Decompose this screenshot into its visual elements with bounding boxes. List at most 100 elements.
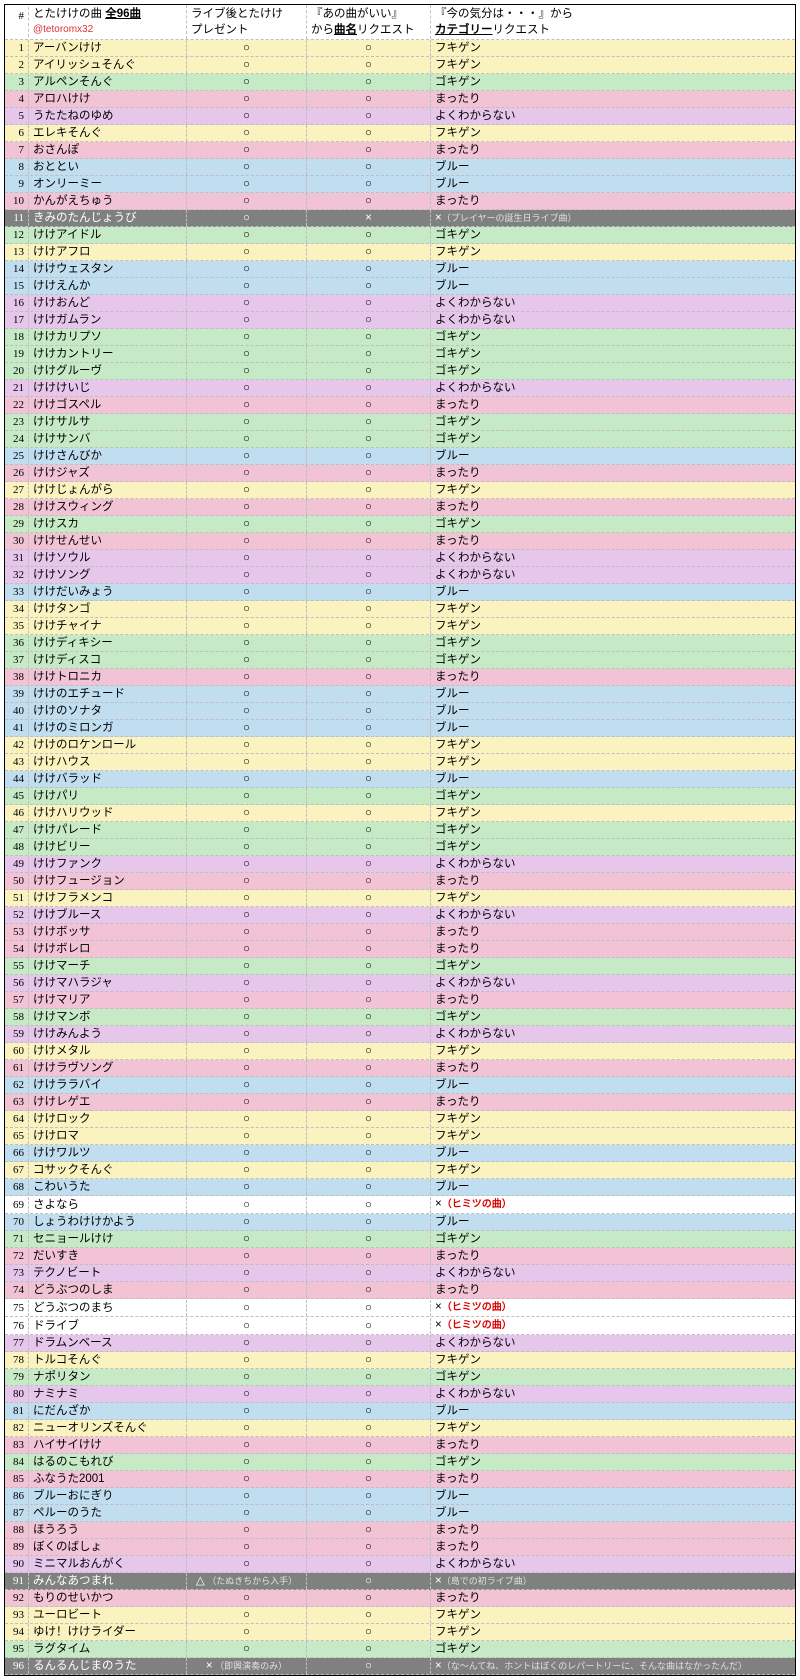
table-row: 88ほうろう○○まったり [5, 1522, 795, 1539]
present-mark: ○ [187, 516, 307, 532]
song-name: けけロマ [29, 1128, 187, 1144]
row-number: 13 [5, 244, 29, 260]
table-row: 39けけのエチュード○○ブルー [5, 686, 795, 703]
present-mark: ○ [187, 703, 307, 719]
table-row: 23けけサルサ○○ゴキゲン [5, 414, 795, 431]
song-name: アーバンけけ [29, 40, 187, 56]
present-mark: ○ [187, 1352, 307, 1368]
present-mark: ○ [187, 295, 307, 311]
song-name: ふなうた2001 [29, 1471, 187, 1487]
row-number: 85 [5, 1471, 29, 1487]
present-mark: ○ [187, 669, 307, 685]
row-number: 16 [5, 295, 29, 311]
row-number: 25 [5, 448, 29, 464]
table-row: 72だいすき○○まったり [5, 1248, 795, 1265]
present-mark: ○ [187, 1060, 307, 1076]
song-request-mark: ○ [307, 1658, 431, 1674]
row-number: 57 [5, 992, 29, 1008]
present-mark: ○ [187, 1471, 307, 1487]
category-cell: フキゲン [431, 754, 795, 770]
song-request-mark: ○ [307, 873, 431, 889]
table-row: 45けけパリ○○ゴキゲン [5, 788, 795, 805]
secret-note: （ヒミツの曲） [442, 1320, 512, 1331]
category-note: （な～んてね、ホントはぼくのレパートリーに、そんな曲はなかったんだ） [442, 1661, 747, 1671]
song-name: けけサンバ [29, 431, 187, 447]
song-name: だいすき [29, 1248, 187, 1264]
song-name: けけマハラジャ [29, 975, 187, 991]
song-request-mark: ○ [307, 1248, 431, 1264]
category-cell: まったり [431, 1539, 795, 1555]
song-name: きみのたんじょうび [29, 210, 187, 226]
table-row: 40けけのソナタ○○ブルー [5, 703, 795, 720]
row-number: 29 [5, 516, 29, 532]
song-name: にだんざか [29, 1403, 187, 1419]
song-request-mark: ○ [307, 992, 431, 1008]
category-cell: よくわからない [431, 108, 795, 124]
category-cell: まったり [431, 499, 795, 515]
present-mark: ○ [187, 737, 307, 753]
song-name: かんがえちゅう [29, 193, 187, 209]
col3-l2-post: リクエスト [357, 24, 415, 36]
table-row: 71セニョールけけ○○ゴキゲン [5, 1231, 795, 1248]
row-number: 37 [5, 652, 29, 668]
row-number: 66 [5, 1145, 29, 1161]
present-mark: ○ [187, 40, 307, 56]
present-mark: ○ [187, 448, 307, 464]
col3-l2-pre: から [311, 24, 334, 36]
song-request-mark: ○ [307, 1437, 431, 1453]
song-name: けけスカ [29, 516, 187, 532]
category-cell: ×（ヒミツの曲） [431, 1317, 795, 1334]
song-request-mark: ○ [307, 499, 431, 515]
category-cell: ゴキゲン [431, 363, 795, 379]
present-mark: ○ [187, 1077, 307, 1093]
song-name: ゆけ！けけライダー [29, 1624, 187, 1640]
present-mark: ○ [187, 1282, 307, 1298]
song-name: どうぶつのまち [29, 1300, 187, 1316]
category-cell: ゴキゲン [431, 958, 795, 974]
song-request-mark: ○ [307, 1556, 431, 1572]
present-mark: ○ [187, 312, 307, 328]
song-request-mark: ○ [307, 159, 431, 175]
song-name: けけマーチ [29, 958, 187, 974]
category-cell: ブルー [431, 1403, 795, 1419]
row-number: 32 [5, 567, 29, 583]
table-row: 37けけディスコ○○ゴキゲン [5, 652, 795, 669]
song-name: けけディキシー [29, 635, 187, 651]
table-row: 67コサックそんぐ○○フキゲン [5, 1162, 795, 1179]
col-num-header: # [5, 7, 29, 37]
present-mark: ○ [187, 652, 307, 668]
song-request-mark: ○ [307, 142, 431, 158]
row-number: 79 [5, 1369, 29, 1385]
song-request-mark: ○ [307, 1043, 431, 1059]
song-name: ニューオリンズそんぐ [29, 1420, 187, 1436]
row-number: 44 [5, 771, 29, 787]
category-cell: まったり [431, 1590, 795, 1606]
category-cell: ブルー [431, 771, 795, 787]
song-name: けけカントリー [29, 346, 187, 362]
table-row: 81にだんざか○○ブルー [5, 1403, 795, 1420]
row-number: 74 [5, 1282, 29, 1298]
row-number: 51 [5, 890, 29, 906]
row-number: 89 [5, 1539, 29, 1555]
song-name: おさんぽ [29, 142, 187, 158]
table-row: 29けけスカ○○ゴキゲン [5, 516, 795, 533]
table-row: 13けけアフロ○○フキゲン [5, 244, 795, 261]
category-cell: ゴキゲン [431, 1231, 795, 1247]
col-category-header: 『今の気分は・・・』から カテゴリーリクエスト [431, 5, 795, 39]
song-name: けけメタル [29, 1043, 187, 1059]
table-row: 57けけマリア○○まったり [5, 992, 795, 1009]
row-number: 61 [5, 1060, 29, 1076]
song-request-mark: ○ [307, 1026, 431, 1042]
song-name: けけソング [29, 567, 187, 583]
present-mark: ○ [187, 1624, 307, 1640]
table-row: 83ハイサイけけ○○まったり [5, 1437, 795, 1454]
table-row: 25けけさんびか○○ブルー [5, 448, 795, 465]
present-mark: ○ [187, 176, 307, 192]
category-cell: まったり [431, 1522, 795, 1538]
row-number: 58 [5, 1009, 29, 1025]
song-name: おととい [29, 159, 187, 175]
song-name: けけロック [29, 1111, 187, 1127]
category-cell: ブルー [431, 1179, 795, 1195]
table-row: 79ナポリタン○○ゴキゲン [5, 1369, 795, 1386]
table-row: 7おさんぽ○○まったり [5, 142, 795, 159]
